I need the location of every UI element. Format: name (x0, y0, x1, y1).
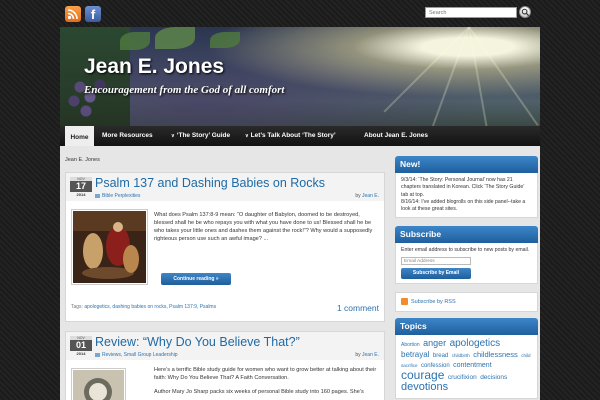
topic-tag-link[interactable]: childbirth (452, 353, 470, 358)
date-day: 01 (70, 340, 92, 351)
rss-icon (401, 297, 408, 305)
widget-subscribe-body: Enter email address to subscribe to new … (395, 243, 538, 284)
by-label: by (355, 352, 361, 358)
topic-tag-link[interactable]: betrayal (401, 350, 429, 359)
facebook-icon[interactable]: f (85, 6, 101, 22)
post-title[interactable]: Review: “Why Do You Believe That?” (95, 335, 300, 349)
post-author: by Jean E. (355, 352, 379, 358)
post-thumbnail[interactable] (71, 209, 148, 285)
tag-link[interactable]: Psalms (200, 304, 216, 310)
breadcrumb[interactable]: Jean E. Jones (65, 157, 100, 163)
post-title[interactable]: Psalm 137 and Dashing Babies on Rocks (95, 176, 325, 190)
site-title[interactable]: Jean E. Jones (84, 55, 224, 79)
light-ray (383, 27, 470, 113)
post-thumbnail[interactable] (71, 368, 126, 400)
nav-item-story-guide[interactable]: ∨ ‘The Story’ Guide (171, 126, 230, 146)
nav-label: Let’s Talk About ‘The Story’ (250, 132, 336, 139)
topic-tag-link[interactable]: Abortion (401, 342, 420, 348)
category-link[interactable]: Reviews, Small Group Leadership (102, 352, 178, 358)
widget-new-body: 9/3/14: ‘The Story: Personal Journal’ no… (395, 173, 538, 219)
tags-label: Tags: (71, 304, 83, 310)
comments-link[interactable]: 1 comment (337, 303, 379, 313)
nav-label: Home (70, 134, 89, 141)
post-excerpt-continued: Author Mary Jo Sharp packs six weeks of … (154, 389, 364, 395)
continue-reading-button[interactable]: Continue reading » (161, 273, 231, 285)
author-link[interactable]: Jean E. (362, 193, 379, 199)
rss-label: Subscribe by RSS (411, 298, 456, 305)
by-label: by (355, 193, 361, 199)
nav-item-home[interactable]: Home (65, 126, 94, 146)
book-cover-image (73, 370, 124, 400)
leaf-decoration (155, 27, 195, 49)
leaf-decoration (210, 32, 240, 48)
sidebar: New! 9/3/14: ‘The Story: Personal Journa… (395, 156, 538, 400)
news-item: 9/3/14: ‘The Story: Personal Journal’ no… (401, 177, 525, 198)
search-icon (521, 8, 530, 17)
date-badge: NOV 17 2014 (70, 177, 92, 197)
post-tags: Tags: apologetics, dashing babies on roc… (71, 303, 291, 311)
news-item: 8/16/14: I’ve added blogrolls on this si… (401, 198, 526, 213)
post-card: NOV 17 2014 Psalm 137 and Dashing Babies… (65, 172, 385, 322)
search-button[interactable] (519, 6, 531, 18)
rss-icon[interactable] (65, 6, 81, 22)
tag-link[interactable]: apologetics, (84, 304, 111, 310)
main-nav: Home More Resources ∨ ‘The Story’ Guide ∨… (60, 126, 540, 146)
folder-icon (95, 194, 100, 198)
topic-tag-link[interactable]: decisions (480, 374, 507, 381)
date-year: 2014 (76, 192, 86, 197)
post-excerpt: Here’s a terrific Bible study guide for … (154, 367, 377, 382)
post-category: Bible Perplexities (95, 193, 140, 199)
leaf-decoration (120, 32, 150, 50)
date-day: 17 (70, 181, 92, 192)
painting-image (73, 211, 146, 283)
post-author: by Jean E. (355, 193, 379, 199)
nav-item-about[interactable]: About Jean E. Jones (364, 126, 428, 146)
chevron-down-icon: ∨ (245, 133, 249, 139)
post-header: NOV 17 2014 Psalm 137 and Dashing Babies… (66, 173, 384, 201)
nav-item-more-resources[interactable]: More Resources (102, 126, 153, 146)
post-category: Reviews, Small Group Leadership (95, 352, 178, 358)
topic-tag-link[interactable]: apologetics (450, 338, 501, 349)
light-ray (427, 27, 470, 126)
topic-tag-link[interactable]: devotions (401, 381, 448, 393)
post-excerpt: What does Psalm 137:8-9 mean: “O daughte… (154, 212, 373, 243)
nav-label: More Resources (102, 132, 153, 139)
widget-title-new: New! (395, 156, 538, 173)
site-tagline: Encouragement from the God of all comfor… (84, 84, 285, 96)
widget-title-topics: Topics (395, 318, 538, 336)
topic-tag-link[interactable]: contentment (453, 362, 492, 369)
category-link[interactable]: Bible Perplexities (102, 193, 140, 199)
folder-icon (95, 353, 100, 357)
site-header-banner: Jean E. Jones Encouragement from the God… (60, 27, 540, 126)
tag-link[interactable]: dashing babies on rocks, (112, 304, 167, 310)
nav-label: ‘The Story’ Guide (176, 132, 231, 139)
subscribe-rss-link[interactable]: Subscribe by RSS (395, 291, 538, 313)
subscribe-text: Enter email address to subscribe to new … (401, 247, 530, 254)
post-card: NOV 01 2014 Review: “Why Do You Believe … (65, 331, 385, 400)
tag-link[interactable]: Psalm 137:9, (169, 304, 198, 310)
topic-tag-link[interactable]: courage (401, 368, 444, 382)
date-badge: NOV 01 2014 (70, 336, 92, 356)
author-link[interactable]: Jean E. (362, 352, 379, 358)
topics-tag-cloud: Abortion anger apologetics betrayal brea… (395, 335, 538, 400)
top-bar: f (0, 0, 600, 27)
post-header: NOV 01 2014 Review: “Why Do You Believe … (66, 332, 384, 360)
topic-tag-link[interactable]: crucifixion (448, 374, 477, 381)
nav-label: About Jean E. Jones (364, 132, 428, 139)
chevron-down-icon: ∨ (171, 133, 175, 139)
topic-tag-link[interactable]: bread (433, 353, 448, 359)
subscribe-email-button[interactable]: Subscribe by Email (401, 267, 471, 279)
widget-title-subscribe: Subscribe (395, 226, 538, 244)
nav-item-lets-talk[interactable]: ∨ Let’s Talk About ‘The Story’ (245, 126, 336, 146)
topic-tag-link[interactable]: childlessness (473, 350, 518, 359)
email-field[interactable]: Email Address (401, 256, 471, 265)
topic-tag-link[interactable]: anger (423, 338, 446, 348)
search-input[interactable] (425, 7, 517, 18)
date-year: 2014 (76, 351, 86, 356)
